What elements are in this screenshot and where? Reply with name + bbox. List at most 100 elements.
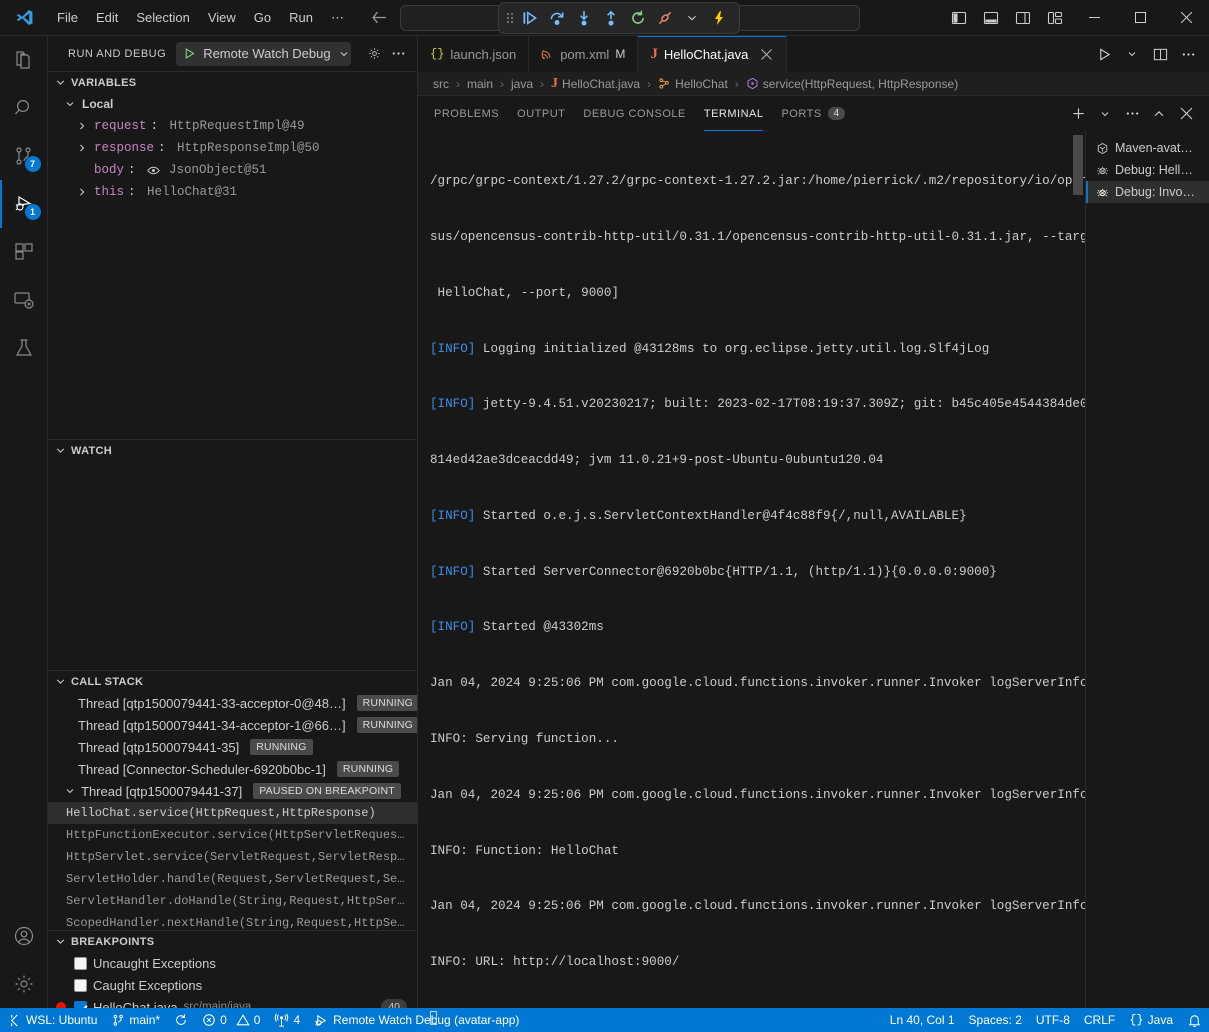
split-editor-button[interactable] bbox=[1147, 41, 1173, 67]
callstack-thread-row[interactable]: Thread [qtp1500079441-33-acceptor-0@48…]… bbox=[48, 692, 417, 714]
menu-run[interactable]: Run bbox=[280, 6, 322, 29]
variables-section-header[interactable]: VARIABLES bbox=[48, 71, 417, 93]
run-java-button[interactable] bbox=[1091, 41, 1117, 67]
toggle-primary-sidebar-button[interactable] bbox=[943, 0, 975, 36]
hot-reload-icon[interactable] bbox=[707, 6, 731, 30]
open-launch-json-gear-icon[interactable] bbox=[363, 43, 385, 65]
tab-problems[interactable]: PROBLEMS bbox=[434, 96, 499, 131]
watch-section-header[interactable]: WATCH bbox=[48, 439, 417, 461]
callstack-section-header[interactable]: CALL STACK bbox=[48, 670, 417, 692]
close-icon[interactable] bbox=[758, 46, 774, 62]
chevron-down-icon[interactable] bbox=[62, 785, 78, 797]
chevron-down-icon[interactable] bbox=[680, 6, 704, 30]
chevron-right-icon[interactable] bbox=[74, 186, 90, 198]
terminal-scrollbar[interactable] bbox=[1073, 135, 1083, 195]
launch-configuration-dropdown[interactable]: Remote Watch Debug bbox=[176, 42, 351, 66]
callstack-frame-row[interactable]: ServletHandler.doHandle(String,Request,H… bbox=[48, 890, 417, 912]
tab-output[interactable]: OUTPUT bbox=[517, 96, 565, 131]
breadcrumb-file[interactable]: J HelloChat.java bbox=[548, 75, 643, 93]
callstack-thread-row[interactable]: Thread [Connector-Scheduler-6920b0bc-1] … bbox=[48, 758, 417, 780]
new-terminal-button[interactable] bbox=[1065, 101, 1091, 127]
chevron-down-icon[interactable] bbox=[338, 48, 350, 60]
toggle-secondary-sidebar-button[interactable] bbox=[1007, 0, 1039, 36]
step-out-button[interactable] bbox=[599, 6, 623, 30]
activity-explorer-icon[interactable] bbox=[0, 36, 48, 84]
status-language-mode[interactable]: {} Java bbox=[1122, 1008, 1180, 1032]
variable-row-response[interactable]: response: HttpResponseImpl@50 bbox=[48, 137, 417, 159]
minimize-button[interactable] bbox=[1071, 0, 1117, 36]
tab-terminal[interactable]: TERMINAL bbox=[704, 96, 764, 131]
callstack-frame-row[interactable]: HttpFunctionExecutor.service(HttpServlet… bbox=[48, 824, 417, 846]
editor-more-actions-button[interactable] bbox=[1175, 41, 1201, 67]
terminal-output[interactable]: /grpc/grpc-context/1.27.2/grpc-context-1… bbox=[418, 131, 1085, 1032]
variable-row-this[interactable]: this: HelloChat@31 bbox=[48, 181, 417, 203]
callstack-thread-row[interactable]: Thread [qtp1500079441-34-acceptor-1@66…]… bbox=[48, 714, 417, 736]
customize-layout-button[interactable] bbox=[1039, 0, 1071, 36]
breakpoint-row-uncaught-exceptions[interactable]: Uncaught Exceptions bbox=[48, 952, 417, 974]
callstack-thread-row-paused[interactable]: Thread [qtp1500079441-37] PAUSED ON BREA… bbox=[48, 780, 417, 802]
activity-remote-explorer-icon[interactable] bbox=[0, 276, 48, 324]
menu-view[interactable]: View bbox=[199, 6, 245, 29]
activity-testing-icon[interactable] bbox=[0, 324, 48, 372]
activity-search-icon[interactable] bbox=[0, 84, 48, 132]
activity-extensions-icon[interactable] bbox=[0, 228, 48, 276]
activity-run-and-debug-icon[interactable]: 1 bbox=[0, 180, 48, 228]
breakpoint-row-hellochat[interactable]: HelloChat.java src/main/java 40 bbox=[48, 996, 417, 1008]
menu-selection[interactable]: Selection bbox=[127, 6, 198, 29]
chevron-right-icon[interactable] bbox=[74, 120, 90, 132]
menu-file[interactable]: File bbox=[48, 6, 87, 29]
activity-source-control-icon[interactable]: 7 bbox=[0, 132, 48, 180]
disconnect-button[interactable] bbox=[653, 6, 677, 30]
breakpoints-section-header[interactable]: BREAKPOINTS bbox=[48, 930, 417, 952]
callstack-frame-row[interactable]: ServletHolder.handle(Request,ServletRequ… bbox=[48, 868, 417, 890]
start-debugging-icon[interactable] bbox=[183, 47, 196, 60]
breadcrumb-method[interactable]: service(HttpRequest, HttpResponse) bbox=[743, 76, 961, 92]
breakpoint-checkbox[interactable] bbox=[74, 979, 87, 992]
restart-button[interactable] bbox=[626, 6, 650, 30]
breakpoint-checkbox[interactable] bbox=[74, 1001, 87, 1009]
breadcrumb-java[interactable]: java bbox=[508, 76, 536, 92]
status-notifications[interactable] bbox=[1180, 1008, 1209, 1032]
chevron-right-icon[interactable] bbox=[74, 142, 90, 154]
close-panel-button[interactable] bbox=[1173, 101, 1199, 127]
panel-more-actions-button[interactable] bbox=[1119, 101, 1145, 127]
status-ports[interactable]: 4 bbox=[267, 1008, 307, 1032]
variable-row-request[interactable]: request: HttpRequestImpl@49 bbox=[48, 115, 417, 137]
maximize-button[interactable] bbox=[1117, 0, 1163, 36]
tab-pom-xml[interactable]: pom.xml M bbox=[529, 36, 638, 72]
activity-settings-gear-icon[interactable] bbox=[0, 960, 48, 1008]
terminal-list-item-debug-invoker[interactable]: Debug: Invo… bbox=[1086, 181, 1209, 203]
sidebar-more-actions-icon[interactable] bbox=[387, 43, 409, 65]
chevron-down-icon[interactable] bbox=[1092, 101, 1118, 127]
close-button[interactable] bbox=[1163, 0, 1209, 36]
callstack-thread-row[interactable]: Thread [qtp1500079441-35] RUNNING bbox=[48, 736, 417, 758]
go-back-icon[interactable] bbox=[371, 9, 388, 26]
breadcrumb-class[interactable]: HelloChat bbox=[655, 76, 731, 92]
callstack-frame-row[interactable]: ScopedHandler.nextHandle(String,Request,… bbox=[48, 912, 417, 930]
step-over-button[interactable] bbox=[545, 6, 569, 30]
callstack-frame-row[interactable]: HttpServlet.service(ServletRequest,Servl… bbox=[48, 846, 417, 868]
continue-button[interactable] bbox=[518, 6, 542, 30]
tab-debug-console[interactable]: DEBUG CONSOLE bbox=[583, 96, 685, 131]
eye-icon[interactable] bbox=[147, 165, 160, 176]
breakpoint-row-caught-exceptions[interactable]: Caught Exceptions bbox=[48, 974, 417, 996]
breadcrumb-main[interactable]: main bbox=[464, 76, 496, 92]
callstack-frame-row[interactable]: HelloChat.service(HttpRequest,HttpRespon… bbox=[48, 802, 417, 824]
tab-ports[interactable]: PORTS 4 bbox=[781, 96, 845, 131]
terminal-list-item-debug-hello[interactable]: Debug: Hell… bbox=[1086, 159, 1209, 181]
tab-launch-json[interactable]: {} launch.json bbox=[418, 36, 529, 72]
menu-edit[interactable]: Edit bbox=[87, 6, 127, 29]
breadcrumb-src[interactable]: src bbox=[430, 76, 452, 92]
drag-handle-icon[interactable] bbox=[507, 13, 515, 23]
toggle-panel-button[interactable] bbox=[975, 0, 1007, 36]
tab-hellochat-java[interactable]: J HelloChat.java bbox=[638, 36, 787, 72]
maximize-panel-button[interactable] bbox=[1146, 101, 1172, 127]
variable-row-body[interactable]: body: JsonObject@51 bbox=[48, 159, 417, 181]
status-sync[interactable] bbox=[167, 1008, 195, 1032]
activity-accounts-icon[interactable] bbox=[0, 912, 48, 960]
breakpoint-checkbox[interactable] bbox=[74, 957, 87, 970]
step-into-button[interactable] bbox=[572, 6, 596, 30]
variables-scope-local[interactable]: Local bbox=[48, 93, 417, 115]
status-problems[interactable]: 0 0 bbox=[195, 1008, 267, 1032]
menu-go[interactable]: Go bbox=[245, 6, 280, 29]
